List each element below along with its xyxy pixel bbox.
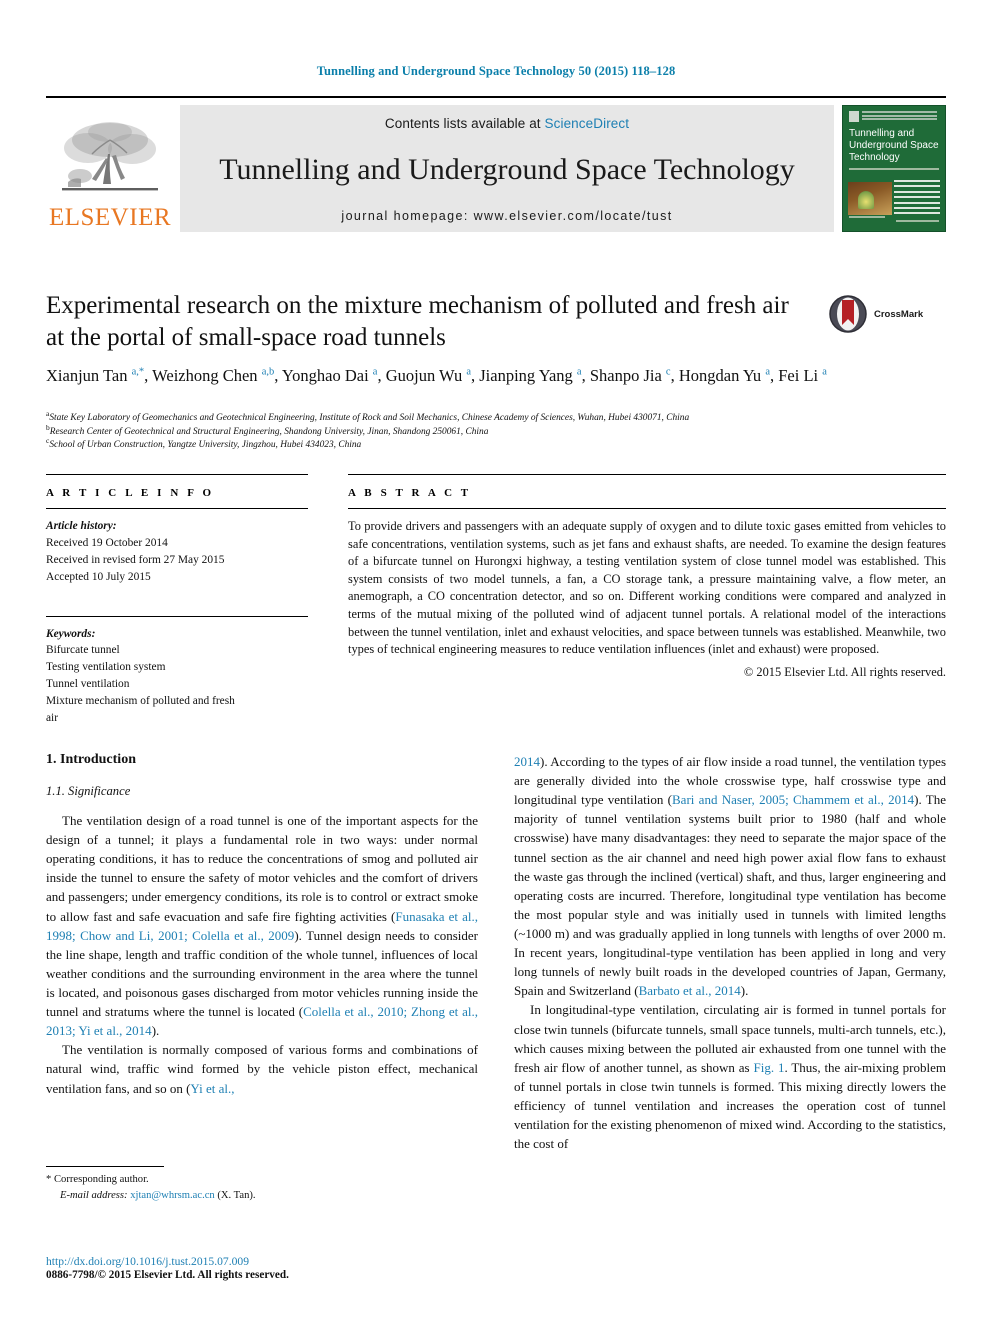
article-info-column: A R T I C L E I N F O Article history: R… [46,474,308,727]
keyword-item: Tunnel ventilation [46,678,130,691]
keyword-item: Mixture mechanism of polluted and fresh [46,695,235,707]
citation-link[interactable]: 2014 [514,754,540,769]
paragraph: The ventilation is normally composed of … [46,1042,478,1096]
keywords-block: Keywords: Bifurcate tunnel Testing venti… [46,626,308,727]
email-suffix: (X. Tan). [217,1189,256,1201]
citation-link[interactable]: Yi et al., [190,1081,234,1096]
author-list: Xianjun Tan a,*, Weizhong Chen a,b, Yong… [46,366,827,385]
body-column-right: 2014). According to the types of air flo… [514,752,946,1153]
article-info-heading: A R T I C L E I N F O [46,487,215,499]
keywords-divider [46,615,308,617]
email-link[interactable]: xjtan@whrsm.ac.cn [130,1190,214,1201]
article-info-divider [46,508,308,509]
journal-homepage-link[interactable]: journal homepage: www.elsevier.com/locat… [341,209,672,223]
sciencedirect-link[interactable]: ScienceDirect [545,116,630,131]
article-title: Experimental research on the mixture mec… [46,292,789,351]
email-line: E-mail address: xjtan@whrsm.ac.cn (X. Ta… [46,1188,478,1204]
cover-publisher-mark-icon [849,111,859,122]
cover-photo-image [848,182,892,215]
citation-link[interactable]: Funasaka et al., 1998; Chow and Li, 2001… [46,909,478,943]
corresponding-author-line: * Corresponding author. [46,1172,478,1188]
cover-header-lines [862,111,937,122]
article-history-revised: Received in revised form 27 May 2015 [46,553,225,566]
article-info-spacer [46,586,308,616]
section-heading-introduction: 1. Introduction [46,752,136,767]
email-label: E-mail address: [60,1189,128,1201]
article-history-block: Article history: Received 19 October 201… [46,518,308,586]
corresponding-author-text: Corresponding author. [53,1174,149,1185]
crossmark-label: CrossMark [874,308,924,320]
abstract-heading: A B S T R A C T [348,487,472,499]
cover-title: Tunnelling and Underground Space Technol… [849,128,939,163]
article-info-top-rule [46,474,308,475]
paragraph: The ventilation design of a road tunnel … [46,813,478,1039]
corresponding-author-marker: * [46,1174,52,1185]
subsection-heading-significance: 1.1. Significance [46,784,131,798]
article-page: Tunnelling and Underground Space Technol… [0,0,992,1323]
doi-block: http://dx.doi.org/10.1016/j.tust.2015.07… [46,1255,546,1281]
elsevier-tree-icon [62,122,158,191]
paragraph: 2014). According to the types of air flo… [514,754,946,999]
crossmark-badge[interactable]: CrossMark [828,292,948,336]
footnote-block: * Corresponding author. E-mail address: … [46,1166,478,1204]
contents-prefix: Contents lists available at [384,116,545,131]
elsevier-logo: ELSEVIER [46,105,174,232]
masthead-center-panel: Contents lists available at ScienceDirec… [180,105,834,232]
article-history-accepted: Accepted 10 July 2015 [46,570,151,583]
affiliation-text: State Key Laboratory of Geomechanics and… [49,413,690,423]
keyword-item: Bifurcate tunnel [46,644,120,657]
abstract-text: To provide drivers and passengers with a… [348,519,946,657]
footnote-rule [46,1166,164,1167]
abstract-column: A B S T R A C T To provide drivers and p… [348,474,946,680]
journal-cover-thumbnail: Tunnelling and Underground Space Technol… [842,105,946,232]
doi-link[interactable]: http://dx.doi.org/10.1016/j.tust.2015.07… [46,1255,546,1268]
article-history-received: Received 19 October 2014 [46,536,168,549]
affiliation-item: cSchool of Urban Construction, Yangtze U… [46,437,926,453]
citation-link[interactable]: Colella et al., 2010; Zhong et al., 2013… [46,1004,478,1038]
affiliation-list: aState Key Laboratory of Geomechanics an… [46,410,926,453]
affiliation-item: bResearch Center of Geotechnical and Str… [46,423,926,440]
abstract-divider [348,508,946,509]
cover-contents-lines [894,180,940,218]
keyword-item: Testing ventilation system [46,661,166,674]
journal-masthead: ELSEVIER Contents lists available at Sci… [46,96,946,232]
article-history-label: Article history: [46,520,117,532]
citation-link[interactable]: Bari and Naser, 2005; Chammem et al., 20… [672,792,914,807]
running-head: Tunnelling and Underground Space Technol… [316,64,676,78]
keywords-label: Keywords: [46,627,96,640]
crossmark-icon [829,295,867,333]
cover-subtitle-lines [849,168,939,173]
elsevier-wordmark: ELSEVIER [48,204,172,231]
body-column-left: 1. Introduction 1.1. Significance The ve… [46,752,478,1098]
citation-link[interactable]: Fig. 1 [753,1060,784,1075]
affiliation-item: aState Key Laboratory of Geomechanics an… [46,410,926,426]
affiliation-text: School of Urban Construction, Yangtze Un… [49,440,362,451]
keyword-item: air [46,711,59,724]
affiliation-text: Research Center of Geotechnical and Stru… [49,426,489,437]
contents-available-line: Contents lists available at ScienceDirec… [385,116,629,131]
journal-title: Tunnelling and Underground Space Technol… [219,153,795,187]
abstract-top-rule [348,474,946,475]
issn-copyright-line: 0886-7798/© 2015 Elsevier Ltd. All right… [46,1269,289,1281]
cover-header-bar [849,111,937,123]
abstract-copyright: © 2015 Elsevier Ltd. All rights reserved… [743,664,946,679]
paragraph: In longitudinal-type ventilation, circul… [514,1002,947,1152]
citation-link[interactable]: Barbato et al., 2014 [639,983,741,998]
cover-footer-lines [849,216,939,226]
